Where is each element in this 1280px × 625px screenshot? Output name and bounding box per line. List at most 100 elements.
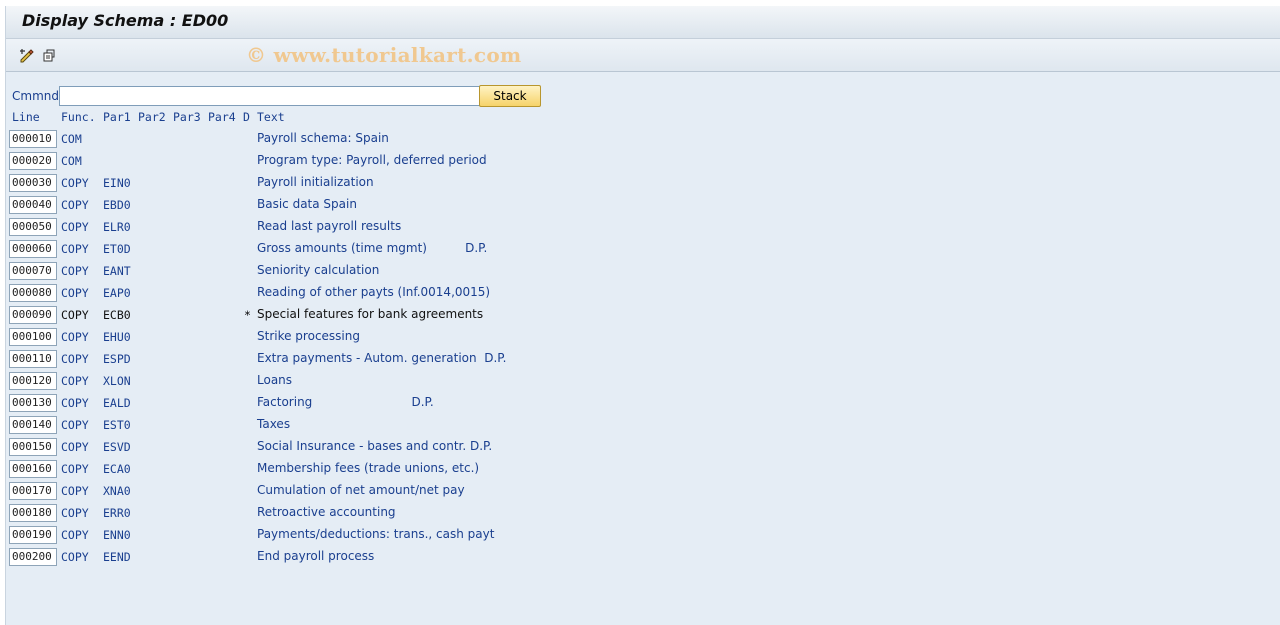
line-number-field[interactable]: 000030 (9, 174, 57, 192)
function-cell: COPY (61, 374, 89, 388)
description-text: Social Insurance - bases and contr. D.P. (257, 439, 493, 453)
table-row: 000190 COPY ENN0 Payments/deductions: trans… (6, 524, 706, 546)
parameter1-cell: EHU0 (103, 330, 131, 344)
line-number-field[interactable]: 000070 (9, 262, 57, 280)
description-text: Payroll initialization (257, 175, 374, 189)
table-row: 000200 COPY EEND End payroll process (6, 546, 706, 568)
table-row: 000030 COPY EIN0 Payroll initialization (6, 172, 706, 194)
table-row: 000180 COPY ERR0 Retroactive accounting (6, 502, 706, 524)
table-row: 000060 COPY ET0D Gross amounts (time mgmt) … (6, 238, 706, 260)
display-change-icon[interactable] (18, 46, 36, 64)
parameter1-cell: EIN0 (103, 176, 131, 190)
line-number-field[interactable]: 000160 (9, 460, 57, 478)
function-cell: COPY (61, 462, 89, 476)
parameter1-cell: XLON (103, 374, 131, 388)
line-number-field[interactable]: 000130 (9, 394, 57, 412)
table-row: 000120 COPY XLON Loans (6, 370, 706, 392)
header-func: Func. (61, 110, 96, 124)
description-text: Basic data Spain (257, 197, 357, 211)
line-number-field[interactable]: 000090 (9, 306, 57, 324)
header-par1: Par1 (103, 110, 131, 124)
table-row: 000090 COPY ECB0 * Special features for bank… (6, 304, 706, 326)
description-text: Membership fees (trade unions, etc.) (257, 461, 480, 475)
line-number-field[interactable]: 000200 (9, 548, 57, 566)
application-toolbar: © www.tutorialkart.com (6, 39, 1280, 72)
function-cell: COPY (61, 550, 89, 564)
schema-content: Cmmnd Stack Line Func. Par1 Par2 Par3 Pa… (6, 72, 1280, 625)
stack-button[interactable]: Stack (479, 85, 541, 107)
sap-window: Display Schema : ED00 © www.tutorialkart… (5, 6, 1280, 625)
command-label: Cmmnd (12, 89, 59, 103)
table-row: 000140 COPY EST0 Taxes (6, 414, 706, 436)
parameter1-cell: EALD (103, 396, 131, 410)
description-text: Taxes (257, 417, 291, 431)
parameter1-cell: EST0 (103, 418, 131, 432)
description-text: Payments/deductions: trans., cash payt (257, 527, 495, 541)
line-number-field[interactable]: 000020 (9, 152, 57, 170)
header-par4: Par4 (208, 110, 236, 124)
header-par2: Par2 (138, 110, 166, 124)
line-number-field[interactable]: 000140 (9, 416, 57, 434)
other-object-icon[interactable] (40, 46, 58, 64)
command-input[interactable] (59, 86, 481, 106)
header-line: Line (12, 110, 40, 124)
line-number-field[interactable]: 000190 (9, 526, 57, 544)
parameter1-cell: ECB0 (103, 308, 131, 322)
function-cell: COPY (61, 330, 89, 344)
function-cell: COPY (61, 264, 89, 278)
description-text: Program type: Payroll, deferred period (257, 153, 487, 167)
line-number-field[interactable]: 000080 (9, 284, 57, 302)
parameter1-cell: ESVD (103, 440, 131, 454)
table-row: 000130 COPY EALD Factoring D.P. (6, 392, 706, 414)
line-number-field[interactable]: 000150 (9, 438, 57, 456)
parameter1-cell: ELR0 (103, 220, 131, 234)
description-text: Seniority calculation (257, 263, 380, 277)
line-number-field[interactable]: 000170 (9, 482, 57, 500)
watermark: © www.tutorialkart.com (246, 43, 522, 67)
function-cell: COPY (61, 176, 89, 190)
header-d: D (243, 110, 250, 124)
description-text: Reading of other payts (Inf.0014,0015) (257, 285, 491, 299)
line-number-field[interactable]: 000050 (9, 218, 57, 236)
description-text: Extra payments - Autom. generation D.P. (257, 351, 507, 365)
table-row: 000080 COPY EAP0 Reading of other payts (In… (6, 282, 706, 304)
description-text: Gross amounts (time mgmt) D.P. (257, 241, 488, 255)
line-number-field[interactable]: 000010 (9, 130, 57, 148)
line-number-field[interactable]: 000100 (9, 328, 57, 346)
description-text: Factoring D.P. (257, 395, 434, 409)
table-row: 000150 COPY ESVD Social Insurance - bases a… (6, 436, 706, 458)
function-cell: COPY (61, 198, 89, 212)
table-row: 000100 COPY EHU0 Strike processing (6, 326, 706, 348)
parameter1-cell: EANT (103, 264, 131, 278)
function-cell: COPY (61, 528, 89, 542)
function-cell: COPY (61, 220, 89, 234)
description-text: Payroll schema: Spain (257, 131, 389, 145)
parameter1-cell: ET0D (103, 242, 131, 256)
line-number-field[interactable]: 000120 (9, 372, 57, 390)
function-cell: COPY (61, 506, 89, 520)
table-row: 000040 COPY EBD0 Basic data Spain (6, 194, 706, 216)
function-cell: COPY (61, 352, 89, 366)
parameter1-cell: ESPD (103, 352, 131, 366)
table-row: 000160 COPY ECA0 Membership fees (trade uni… (6, 458, 706, 480)
line-number-field[interactable]: 000180 (9, 504, 57, 522)
line-number-field[interactable]: 000060 (9, 240, 57, 258)
parameter1-cell: EAP0 (103, 286, 131, 300)
description-text: Cumulation of net amount/net pay (257, 483, 465, 497)
line-number-field[interactable]: 000040 (9, 196, 57, 214)
deactivation-flag: * (244, 308, 251, 322)
description-text: Loans (257, 373, 293, 387)
table-row: 000010 COM Payroll schema: Spain (6, 128, 706, 150)
table-row: 000170 COPY XNA0 Cumulation of net amount/n… (6, 480, 706, 502)
parameter1-cell: ECA0 (103, 462, 131, 476)
line-number-field[interactable]: 000110 (9, 350, 57, 368)
function-cell: COPY (61, 440, 89, 454)
table-row: 000020 COM Program type: Payroll, deferred… (6, 150, 706, 172)
parameter1-cell: EEND (103, 550, 131, 564)
parameter1-cell: ERR0 (103, 506, 131, 520)
header-par3: Par3 (173, 110, 201, 124)
function-cell: COM (61, 154, 82, 168)
table-row: 000070 COPY EANT Seniority calculation (6, 260, 706, 282)
function-cell: COPY (61, 484, 89, 498)
parameter1-cell: EBD0 (103, 198, 131, 212)
